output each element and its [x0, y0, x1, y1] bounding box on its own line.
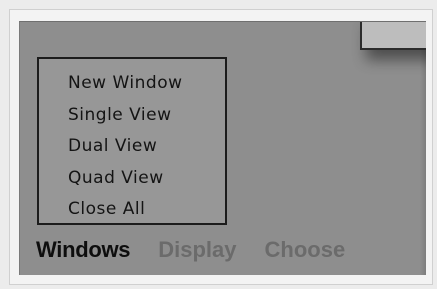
menu-item-single-view[interactable]: Single View	[39, 100, 225, 132]
menu-bar: Windows Display Choose	[36, 235, 373, 265]
menu-display[interactable]: Display	[158, 237, 236, 263]
menu-item-quad-view[interactable]: Quad View	[39, 163, 225, 195]
menu-choose[interactable]: Choose	[265, 237, 346, 263]
menu-item-dual-view[interactable]: Dual View	[39, 131, 225, 163]
menu-item-close-all[interactable]: Close All	[39, 194, 225, 226]
background-window[interactable]	[360, 22, 426, 50]
windows-dropdown-menu: New Window Single View Dual View Quad Vi…	[37, 57, 227, 225]
screen-edge-shade	[420, 22, 426, 275]
menu-windows[interactable]: Windows	[36, 237, 131, 263]
app-screen: New Window Single View Dual View Quad Vi…	[19, 21, 426, 275]
menu-item-new-window[interactable]: New Window	[39, 68, 225, 100]
